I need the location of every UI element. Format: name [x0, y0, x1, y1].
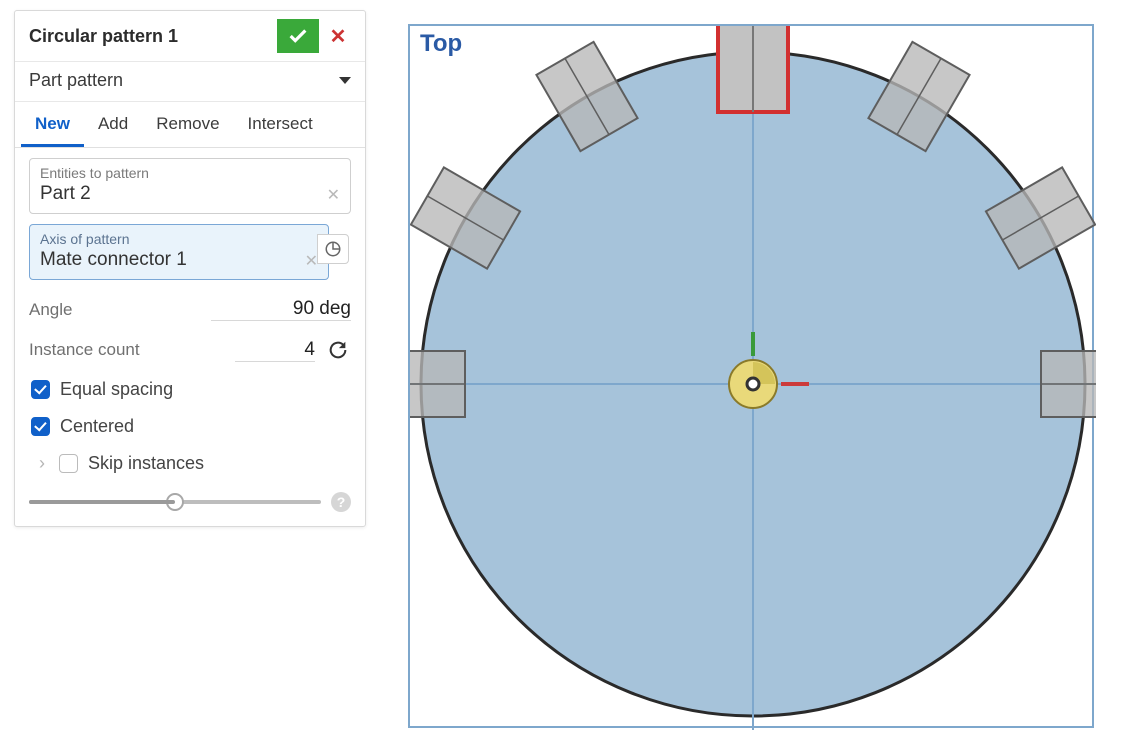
centered-row[interactable]: Centered: [15, 408, 365, 445]
pattern-instance: [1041, 351, 1096, 417]
centered-label: Centered: [60, 416, 134, 437]
reverse-direction-button[interactable]: [325, 337, 351, 363]
slider-row: ?: [15, 482, 365, 526]
equal-spacing-label: Equal spacing: [60, 379, 173, 400]
mate-connector-button[interactable]: [317, 234, 349, 264]
pattern-type-dropdown[interactable]: Part pattern: [15, 62, 365, 102]
chevron-down-icon: [339, 77, 351, 84]
skip-instances-checkbox[interactable]: [59, 454, 78, 473]
angle-input[interactable]: 90 deg: [211, 298, 351, 321]
axis-label: Axis of pattern: [40, 231, 318, 247]
dialog-title: Circular pattern 1: [29, 26, 277, 47]
entities-field[interactable]: Entities to pattern Part 2 ✕: [29, 158, 351, 214]
entities-label: Entities to pattern: [40, 165, 340, 181]
entities-value: Part 2: [40, 183, 340, 205]
viewport-canvas: [410, 26, 1096, 730]
operation-tabs: New Add Remove Intersect: [15, 102, 365, 148]
instance-count-row: Instance count 4: [15, 329, 365, 371]
dialog-header: Circular pattern 1 ✕: [15, 11, 365, 62]
instance-count-input[interactable]: 4: [235, 339, 315, 362]
clear-entities-icon[interactable]: ✕: [327, 185, 340, 205]
tab-add[interactable]: Add: [84, 102, 142, 147]
instance-count-label: Instance count: [29, 340, 225, 360]
axis-field[interactable]: Axis of pattern Mate connector 1 ✕: [29, 224, 329, 280]
close-icon: ✕: [330, 24, 347, 49]
tab-intersect[interactable]: Intersect: [234, 102, 327, 147]
mate-connector-icon: [324, 240, 342, 258]
tab-new[interactable]: New: [21, 102, 84, 147]
centered-checkbox[interactable]: [31, 417, 50, 436]
expand-chevron-icon[interactable]: ›: [39, 453, 45, 474]
skip-instances-label: Skip instances: [88, 453, 204, 474]
skip-instances-row[interactable]: › Skip instances: [15, 445, 365, 482]
angle-label: Angle: [29, 300, 201, 320]
confirm-button[interactable]: [277, 19, 319, 53]
equal-spacing-checkbox[interactable]: [31, 380, 50, 399]
axis-value: Mate connector 1: [40, 249, 318, 271]
help-icon: ?: [337, 494, 346, 510]
view-orientation-label: Top: [420, 30, 462, 58]
equal-spacing-row[interactable]: Equal spacing: [15, 371, 365, 408]
pattern-type-label: Part pattern: [29, 70, 339, 91]
feature-dialog: Circular pattern 1 ✕ Part pattern New Ad…: [14, 10, 366, 527]
clear-axis-icon[interactable]: ✕: [305, 251, 318, 271]
tab-remove[interactable]: Remove: [142, 102, 233, 147]
reverse-icon: [327, 339, 349, 361]
help-button[interactable]: ?: [331, 492, 351, 512]
cancel-button[interactable]: ✕: [319, 19, 357, 53]
opacity-slider[interactable]: [29, 500, 321, 504]
source-part: [718, 26, 788, 112]
angle-row: Angle 90 deg: [15, 290, 365, 329]
pattern-instance: [410, 351, 465, 417]
slider-thumb[interactable]: [166, 493, 184, 511]
check-icon: [287, 25, 309, 47]
graphics-viewport[interactable]: Top: [408, 24, 1094, 728]
